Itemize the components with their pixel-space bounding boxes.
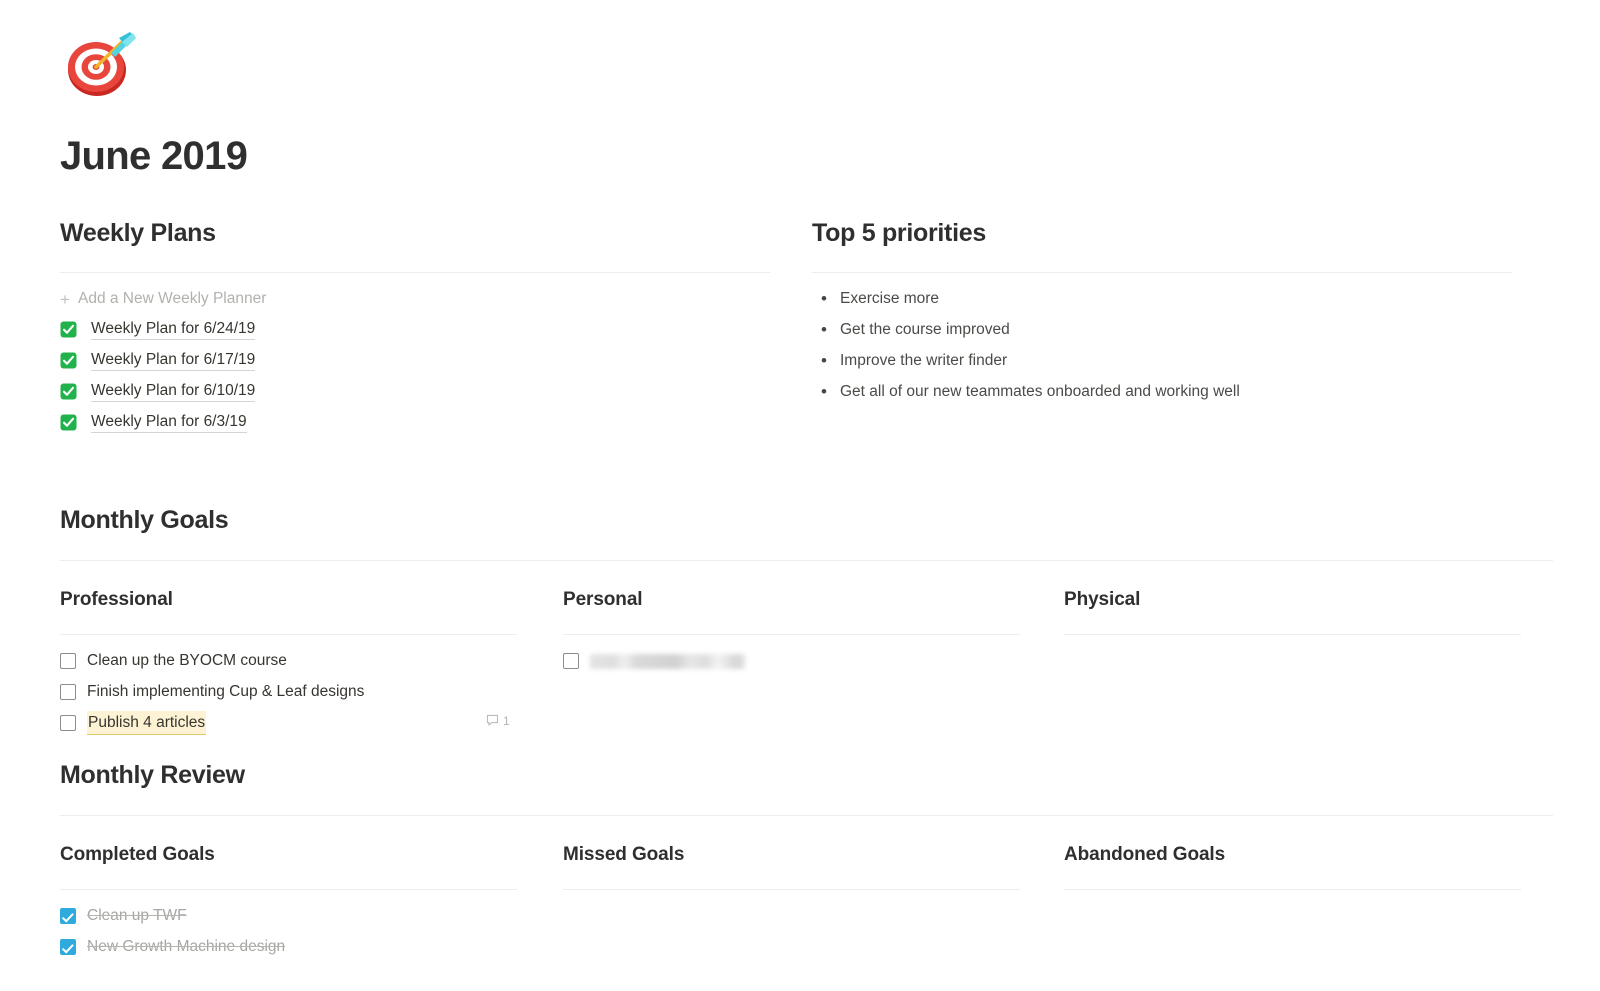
list-item[interactable]: • Get all of our new teammates onboarded… <box>812 376 1512 407</box>
goals-column-personal: Personal <box>563 589 1020 677</box>
priority-label: Exercise more <box>840 290 940 307</box>
task-row[interactable]: Clean up TWF <box>60 901 517 932</box>
priorities-column: Top 5 priorities • Exercise more • Get t… <box>812 218 1512 407</box>
add-weekly-planner-label: Add a New Weekly Planner <box>78 290 267 307</box>
task-row[interactable] <box>563 646 1020 677</box>
priorities-heading: Top 5 priorities <box>812 219 986 247</box>
column-divider <box>60 888 517 890</box>
column-divider <box>563 633 1020 635</box>
green-check-icon <box>60 352 86 370</box>
column-title: Abandoned Goals <box>1064 844 1226 865</box>
monthly-goals-heading: Monthly Goals <box>60 506 229 534</box>
checkbox[interactable] <box>60 684 76 701</box>
task-row[interactable]: Finish implementing Cup & Leaf designs <box>60 677 517 708</box>
column-divider <box>563 888 1020 890</box>
add-weekly-planner-button[interactable]: + Add a New Weekly Planner <box>60 284 770 314</box>
dart-target-icon[interactable] <box>62 26 138 102</box>
bullet-icon: • <box>821 382 827 401</box>
monthly-goals-section: Monthly Goals Professional Clean up the … <box>60 505 1553 736</box>
comment-count: 1 <box>503 713 510 728</box>
task-list: Clean up TWF New Growth Machine design <box>60 901 517 963</box>
column-divider <box>60 633 517 635</box>
task-list <box>563 646 1020 677</box>
checkbox[interactable] <box>563 653 579 670</box>
task-row[interactable]: Publish 4 articles 1 <box>60 708 517 739</box>
plus-icon: + <box>60 289 70 309</box>
review-column-completed: Completed Goals Clean up TWF New Growth … <box>60 844 517 963</box>
task-label: Clean up TWF <box>87 907 187 925</box>
comment-badge[interactable]: 1 <box>486 714 510 728</box>
goals-column-professional: Professional Clean up the BYOCM course F… <box>60 589 517 739</box>
bullet-icon: • <box>821 320 827 339</box>
priorities-divider <box>812 272 1512 273</box>
task-label[interactable]: Publish 4 articles <box>87 711 207 736</box>
page-title: June 2019 <box>60 134 248 178</box>
priority-label: Get all of our new teammates onboarded a… <box>840 383 1240 400</box>
goals-column-physical: Physical <box>1064 589 1521 646</box>
redacted-task-label <box>590 653 745 669</box>
weekly-plan-row[interactable]: Weekly Plan for 6/3/19 <box>60 407 770 438</box>
bullet-icon: • <box>821 351 827 370</box>
checkbox[interactable] <box>60 715 76 732</box>
task-label: Finish implementing Cup & Leaf designs <box>87 683 365 701</box>
monthly-review-heading: Monthly Review <box>60 761 245 789</box>
comment-bubble-icon <box>486 715 499 726</box>
review-column-abandoned: Abandoned Goals <box>1064 844 1521 901</box>
weekly-plan-row[interactable]: Weekly Plan for 6/10/19 <box>60 376 770 407</box>
column-title: Completed Goals <box>60 844 215 865</box>
priorities-list: • Exercise more • Get the course improve… <box>812 283 1512 407</box>
task-label: New Growth Machine design <box>87 938 286 956</box>
column-title: Professional <box>60 589 173 610</box>
weekly-plan-row[interactable]: Weekly Plan for 6/17/19 <box>60 345 770 376</box>
column-title: Missed Goals <box>563 844 685 865</box>
priority-label: Improve the writer finder <box>840 352 1008 369</box>
task-row[interactable]: New Growth Machine design <box>60 932 517 963</box>
weekly-plan-link[interactable]: Weekly Plan for 6/10/19 <box>91 381 256 402</box>
green-check-icon <box>60 383 86 401</box>
task-list: Clean up the BYOCM course Finish impleme… <box>60 646 517 739</box>
green-check-icon <box>60 321 86 339</box>
list-item[interactable]: • Exercise more <box>812 283 1512 314</box>
weekly-plans-column: Weekly Plans + Add a New Weekly Planner … <box>60 218 770 438</box>
review-column-missed: Missed Goals <box>563 844 1020 901</box>
green-check-icon <box>60 414 86 432</box>
column-divider <box>1064 633 1521 635</box>
checkbox[interactable] <box>60 939 76 956</box>
weekly-plan-link[interactable]: Weekly Plan for 6/17/19 <box>91 350 256 371</box>
weekly-plans-heading: Weekly Plans <box>60 219 216 247</box>
weekly-plan-link[interactable]: Weekly Plan for 6/3/19 <box>91 412 247 433</box>
weekly-plan-link[interactable]: Weekly Plan for 6/24/19 <box>91 319 256 340</box>
column-title: Physical <box>1064 589 1141 610</box>
task-row[interactable]: Clean up the BYOCM course <box>60 646 517 677</box>
weekly-plan-row[interactable]: Weekly Plan for 6/24/19 <box>60 314 770 345</box>
monthly-review-section: Monthly Review Completed Goals Clean up … <box>60 760 1553 956</box>
bullet-icon: • <box>821 289 827 308</box>
list-item[interactable]: • Get the course improved <box>812 314 1512 345</box>
weekly-plans-divider <box>60 272 770 273</box>
monthly-review-divider <box>60 815 1553 816</box>
column-title: Personal <box>563 589 643 610</box>
column-divider <box>1064 888 1521 890</box>
priority-label: Get the course improved <box>840 321 1010 338</box>
checkbox[interactable] <box>60 653 76 670</box>
list-item[interactable]: • Improve the writer finder <box>812 345 1512 376</box>
task-label: Clean up the BYOCM course <box>87 652 287 670</box>
checkbox[interactable] <box>60 908 76 925</box>
monthly-goals-divider <box>60 560 1553 561</box>
